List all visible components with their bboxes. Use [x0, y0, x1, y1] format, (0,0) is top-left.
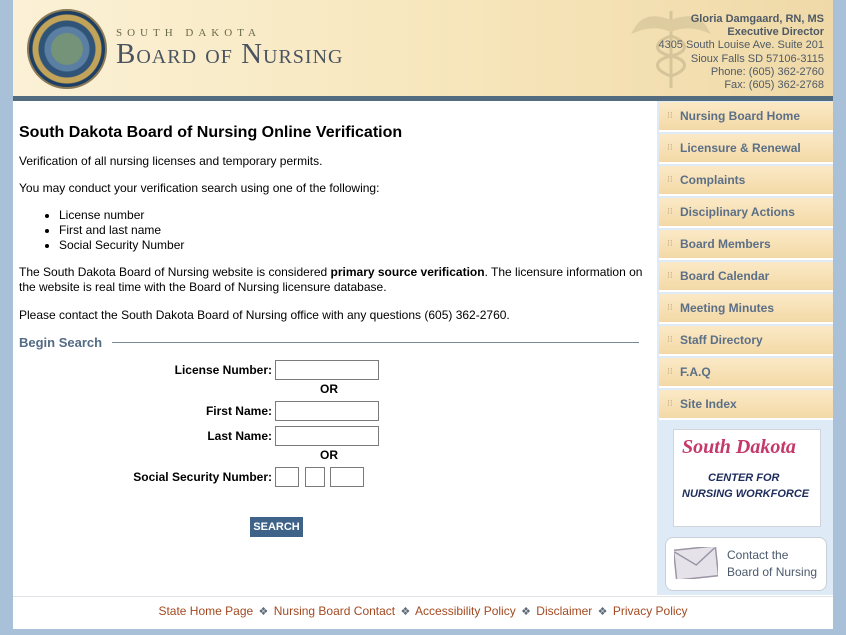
or-separator: OR	[320, 448, 338, 462]
footer-link-disclaimer[interactable]: Disclaimer	[536, 604, 592, 618]
search-rule	[112, 342, 639, 343]
sidebar-item-label: Meeting Minutes	[680, 301, 775, 315]
license-number-label: License Number:	[174, 363, 272, 377]
sidebar-item-board-members[interactable]: ⁝⁝ Board Members	[659, 230, 833, 260]
grip-icon: ⁝⁝	[667, 270, 673, 280]
list-item: License number	[59, 208, 184, 223]
or-separator: OR	[320, 382, 338, 396]
sidebar-item-label: Staff Directory	[680, 333, 763, 347]
director-title: Executive Director	[727, 26, 824, 39]
sidebar-item-nursing-board-home[interactable]: ⁝⁝ Nursing Board Home	[659, 102, 833, 132]
sidebar-item-complaints[interactable]: ⁝⁝ Complaints	[659, 166, 833, 196]
nursing-workforce-banner[interactable]: South Dakota CENTER FOR NURSING WORKFORC…	[673, 429, 821, 527]
workforce-state: South Dakota	[682, 436, 796, 458]
separator-icon: ❖	[521, 606, 531, 618]
first-name-label: First Name:	[205, 404, 272, 418]
primary-bold: primary source verification	[330, 265, 485, 279]
contact-board-label: Contact the Board of Nursing	[727, 547, 817, 581]
sidebar-item-faq[interactable]: ⁝⁝ F.A.Q	[659, 358, 833, 388]
sidebar-item-label: F.A.Q	[680, 365, 711, 379]
first-name-input[interactable]	[275, 401, 379, 421]
sidebar-item-label: Board Members	[680, 237, 771, 251]
seal-emblem	[51, 33, 83, 65]
workforce-line-1: CENTER FOR	[708, 472, 780, 484]
page-frame: SOUTH DAKOTA Board of Nursing Gloria Dam…	[13, 0, 833, 629]
address-line-1: 4305 South Louise Ave. Suite 201	[658, 39, 824, 52]
sidebar-item-label: Site Index	[680, 397, 737, 411]
sidebar-item-label: Disciplinary Actions	[680, 205, 795, 219]
header-org-title[interactable]: Board of Nursing	[116, 38, 343, 71]
grip-icon: ⁝⁝	[667, 206, 673, 216]
separator-icon: ❖	[258, 606, 269, 618]
contact-note: Please contact the South Dakota Board of…	[19, 308, 510, 322]
site-header: SOUTH DAKOTA Board of Nursing Gloria Dam…	[13, 0, 833, 97]
grip-icon: ⁝⁝	[667, 174, 673, 184]
state-seal-logo[interactable]	[27, 9, 107, 89]
list-item: Social Security Number	[59, 238, 184, 253]
page-title: South Dakota Board of Nursing Online Ver…	[19, 124, 403, 141]
sidebar-item-label: Licensure & Renewal	[680, 141, 801, 155]
site-footer: State Home Page ❖ Nursing Board Contact …	[13, 596, 833, 629]
grip-icon: ⁝⁝	[667, 334, 673, 344]
grip-icon: ⁝⁝	[667, 142, 673, 152]
fax-number: Fax: (605) 362-2768	[724, 79, 824, 92]
separator-icon: ❖	[597, 606, 608, 618]
list-item: First and last name	[59, 223, 184, 238]
last-name-input[interactable]	[275, 426, 379, 446]
separator-icon: ❖	[400, 606, 411, 618]
sidebar-item-licensure-renewal[interactable]: ⁝⁝ Licensure & Renewal	[659, 134, 833, 164]
phone-number: Phone: (605) 362-2760	[710, 65, 824, 78]
grip-icon: ⁝⁝	[667, 302, 673, 312]
ssn-part-1-input[interactable]	[275, 467, 299, 487]
sidebar-item-site-index[interactable]: ⁝⁝ Site Index	[659, 390, 833, 420]
search-legend: Begin Search	[19, 335, 103, 350]
director-name: Gloria Damgaard, RN, MS	[690, 13, 824, 25]
footer-links: State Home Page ❖ Nursing Board Contact …	[13, 604, 833, 618]
footer-link-state-home[interactable]: State Home Page	[158, 604, 253, 618]
grip-icon: ⁝⁝	[667, 238, 673, 248]
sidebar-nav: ⁝⁝ Nursing Board Home ⁝⁝ Licensure & Renew…	[657, 101, 833, 595]
contact-line-2: Board of Nursing	[727, 565, 818, 579]
ssn-part-2-input[interactable]	[305, 467, 325, 487]
sidebar-item-label: Board Calendar	[680, 269, 770, 283]
grip-icon: ⁝⁝	[667, 366, 673, 376]
footer-link-board-contact[interactable]: Nursing Board Contact	[274, 604, 395, 618]
footer-link-privacy[interactable]: Privacy Policy	[613, 604, 688, 618]
workforce-line-2: NURSING WORKFORCE	[682, 488, 810, 500]
grip-icon: ⁝⁝	[667, 398, 673, 408]
methods-list: License number First and last name Socia…	[19, 208, 184, 253]
sidebar-item-label: Nursing Board Home	[680, 109, 801, 123]
last-name-label: Last Name:	[207, 429, 272, 443]
sidebar-item-disciplinary-actions[interactable]: ⁝⁝ Disciplinary Actions	[659, 198, 833, 228]
methods-intro: You may conduct your verification search…	[19, 181, 380, 195]
primary-source-text: The South Dakota Board of Nursing websit…	[19, 265, 647, 295]
sidebar-item-board-calendar[interactable]: ⁝⁝ Board Calendar	[659, 262, 833, 292]
sidebar-item-staff-directory[interactable]: ⁝⁝ Staff Directory	[659, 326, 833, 356]
sidebar-item-meeting-minutes[interactable]: ⁝⁝ Meeting Minutes	[659, 294, 833, 324]
license-number-input[interactable]	[275, 360, 379, 380]
primary-pre: The South Dakota Board of Nursing websit…	[19, 265, 331, 279]
address-line-2: Sioux Falls SD 57106-3115	[690, 52, 824, 65]
search-button[interactable]: SEARCH	[250, 517, 303, 537]
intro-text: Verification of all nursing licenses and…	[19, 154, 323, 168]
envelope-icon	[674, 547, 718, 579]
contact-line-1: Contact the	[727, 548, 789, 562]
header-contact-block: Gloria Damgaard, RN, MS Executive Direct…	[658, 13, 824, 92]
footer-link-accessibility[interactable]: Accessibility Policy	[415, 604, 516, 618]
ssn-label: Social Security Number:	[133, 470, 272, 484]
ssn-part-3-input[interactable]	[330, 467, 364, 487]
sidebar-item-label: Complaints	[680, 173, 746, 187]
contact-board-button[interactable]: Contact the Board of Nursing	[665, 537, 827, 591]
grip-icon: ⁝⁝	[667, 110, 673, 120]
